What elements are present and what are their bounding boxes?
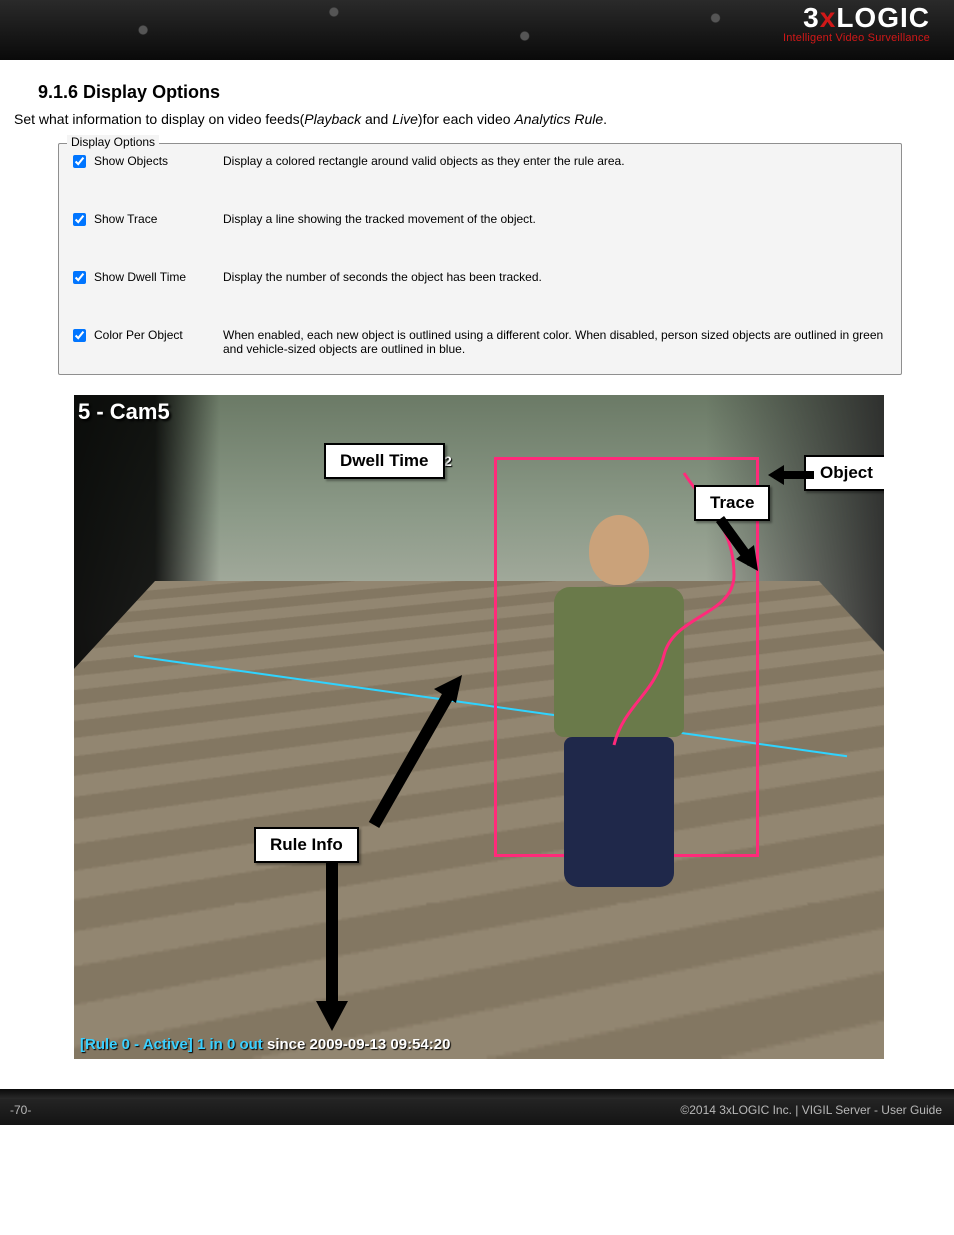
arrow-rule-info-top-icon xyxy=(344,675,464,845)
checkbox-input[interactable] xyxy=(73,155,86,168)
checkbox-label: Show Objects xyxy=(94,154,168,168)
footer-bar: -70- ©2014 3xLOGIC Inc. | VIGIL Server -… xyxy=(0,1089,954,1125)
camera-title: 5 - Cam5 xyxy=(78,399,170,425)
section-title: 9.1.6 Display Options xyxy=(38,82,940,103)
option-row-show-dwell-time: Show Dwell Time Display the number of se… xyxy=(73,270,887,284)
intro-paragraph: Set what information to display on video… xyxy=(14,111,940,127)
intro-playback: Playback xyxy=(304,111,361,127)
brand-block: 3xLOGIC Intelligent Video Surveillance xyxy=(783,2,930,44)
checkbox-input[interactable] xyxy=(73,329,86,342)
checkbox-input[interactable] xyxy=(73,271,86,284)
option-row-show-objects: Show Objects Display a colored rectangle… xyxy=(73,154,887,168)
option-row-show-trace: Show Trace Display a line showing the tr… xyxy=(73,212,887,226)
annotation-rule-info: Rule Info xyxy=(254,827,359,863)
arrow-object-icon xyxy=(764,465,824,525)
checkbox-color-per-object[interactable]: Color Per Object xyxy=(73,328,223,342)
option-row-color-per-object: Color Per Object When enabled, each new … xyxy=(73,328,887,356)
checkbox-show-trace[interactable]: Show Trace xyxy=(73,212,223,226)
page: 3xLOGIC Intelligent Video Surveillance 9… xyxy=(0,0,954,1125)
arrow-trace-icon xyxy=(710,513,770,583)
display-options-groupbox: Display Options Show Objects Display a c… xyxy=(58,143,902,375)
checkbox-input[interactable] xyxy=(73,213,86,226)
rule-status-text: [Rule 0 - Active] 1 in 0 out since 2009-… xyxy=(80,1036,450,1053)
groupbox-legend: Display Options xyxy=(67,135,159,149)
brand-tagline: Intelligent Video Surveillance xyxy=(783,32,930,44)
checkbox-label: Color Per Object xyxy=(94,328,183,342)
dwell-value: 2 xyxy=(444,453,452,469)
annotation-dwell-time: Dwell Time xyxy=(324,443,445,479)
intro-text: . xyxy=(603,111,607,127)
content-area: 9.1.6 Display Options Set what informati… xyxy=(0,60,954,1089)
footer-page-number: -70- xyxy=(10,1103,31,1117)
option-desc: When enabled, each new object is outline… xyxy=(223,328,887,356)
intro-text: )for each video xyxy=(418,111,515,127)
checkbox-show-objects[interactable]: Show Objects xyxy=(73,154,223,168)
rule-status-since: since 2009-09-13 09:54:20 xyxy=(267,1036,450,1053)
intro-analytics-rule: Analytics Rule xyxy=(514,111,603,127)
footer-row: -70- ©2014 3xLOGIC Inc. | VIGIL Server -… xyxy=(0,1099,954,1125)
brand-logo-text: 3xLOGIC xyxy=(783,2,930,34)
option-desc: Display a line showing the tracked movem… xyxy=(223,212,887,226)
checkbox-label: Show Dwell Time xyxy=(94,270,186,284)
header-bar: 3xLOGIC Intelligent Video Surveillance xyxy=(0,0,954,60)
camera-annotated-screenshot: 2 5 - Cam5 Dwell Time Object Trace Rule … xyxy=(74,395,884,1059)
intro-live: Live xyxy=(392,111,418,127)
arrow-rule-info-down-icon xyxy=(302,861,362,1041)
checkbox-label: Show Trace xyxy=(94,212,157,226)
checkbox-show-dwell-time[interactable]: Show Dwell Time xyxy=(73,270,223,284)
intro-text: and xyxy=(361,111,392,127)
rule-status-prefix: [Rule 0 - Active] 1 in 0 out xyxy=(80,1036,267,1053)
footer-credits: ©2014 3xLOGIC Inc. | VIGIL Server - User… xyxy=(680,1103,942,1117)
option-desc: Display the number of seconds the object… xyxy=(223,270,887,284)
intro-text: Set what information to display on video… xyxy=(14,111,304,127)
footer-shadow xyxy=(0,1089,954,1099)
option-desc: Display a colored rectangle around valid… xyxy=(223,154,887,168)
